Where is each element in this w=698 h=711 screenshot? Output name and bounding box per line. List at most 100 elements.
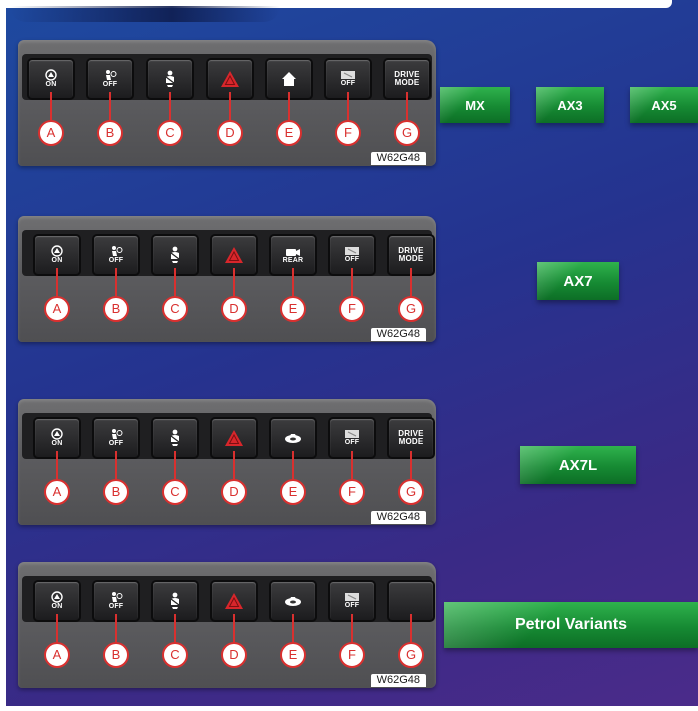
airbag-icon — [109, 245, 123, 257]
callout-leader-line — [351, 614, 353, 642]
switch-panel-4: ON OFF OFF W62G48 A B C D E F G — [18, 562, 436, 688]
callout-leader-line — [169, 92, 171, 120]
tag-ax3: AX3 — [536, 87, 604, 123]
callout-letter-c: C — [157, 120, 183, 146]
callout-letter-f: F — [339, 479, 365, 505]
airbag-icon — [103, 69, 117, 81]
seatbelt-icon — [162, 70, 178, 88]
auto-start-stop-icon — [344, 592, 360, 602]
callout-leader-line — [406, 92, 408, 120]
callout-letter-b: B — [97, 120, 123, 146]
callout-letter-e: E — [280, 642, 306, 668]
callout-letter-a: A — [38, 120, 64, 146]
button-label: ON — [45, 81, 57, 88]
panel-1-code: W62G48 — [370, 152, 426, 165]
callout-leader-line — [351, 451, 353, 479]
seatbelt-icon — [167, 429, 183, 447]
callout-leader-line — [292, 268, 294, 296]
callout-leader-line — [115, 614, 117, 642]
switch-panel-3: ON OFF OFF DRIVE MODE W62G48 ABCDEFG — [18, 399, 436, 525]
home-icon — [281, 71, 297, 87]
button-label: REAR — [282, 256, 304, 264]
callout-letter-b: B — [103, 296, 129, 322]
rear-camera-icon — [285, 246, 301, 257]
callout-letter-b: B — [103, 479, 129, 505]
callout-letter-d: D — [221, 642, 247, 668]
callout-letter-c: C — [162, 479, 188, 505]
tag-ax5: AX5 — [630, 87, 698, 123]
callout-letter-g: G — [394, 120, 420, 146]
button-label: OFF — [344, 602, 360, 609]
button-label: OFF — [108, 440, 124, 447]
auto-start-stop-icon — [340, 70, 356, 80]
tag-ax7l-label: AX7L — [558, 456, 598, 474]
callout-letter-g: G — [398, 296, 424, 322]
callout-letter-a: A — [44, 479, 70, 505]
callout-letter-f: F — [339, 296, 365, 322]
left-border — [0, 0, 6, 711]
callout-leader-line — [233, 268, 235, 296]
tag-ax3-label: AX3 — [557, 97, 583, 113]
airbag-icon — [109, 591, 123, 603]
callout-leader-line — [288, 92, 290, 120]
camera-360-icon — [284, 595, 302, 607]
callout-leader-line — [292, 614, 294, 642]
callout-leader-line — [115, 268, 117, 296]
panel-2-code: W62G48 — [370, 328, 426, 341]
callout-letter-d: D — [217, 120, 243, 146]
callout-leader-line — [347, 92, 349, 120]
button-label: OFF — [102, 81, 118, 88]
button-label: ON — [51, 257, 63, 264]
callout-letter-f: F — [339, 642, 365, 668]
callout-leader-line — [115, 451, 117, 479]
callout-letter-e: E — [276, 120, 302, 146]
callout-leader-line — [56, 268, 58, 296]
callout-leader-line — [233, 614, 235, 642]
callout-letter-g: G — [398, 642, 424, 668]
switch-panel-1: ON OFF OFF DRIVE MODE W62G48 ABCDEFG — [18, 40, 436, 166]
callout-letter-e: E — [280, 296, 306, 322]
tag-mx: MX — [440, 87, 510, 123]
tag-mx-label: MX — [465, 97, 485, 113]
seatbelt-icon — [167, 246, 183, 264]
seatbelt-icon — [167, 592, 183, 610]
button-label: OFF — [344, 439, 360, 446]
top-swoosh — [10, 6, 280, 22]
hazard-icon — [224, 246, 244, 264]
callout-letter-g: G — [398, 479, 424, 505]
panel-3-code: W62G48 — [370, 511, 426, 524]
off-road-icon — [50, 245, 64, 257]
callout-letter-c: C — [162, 642, 188, 668]
hazard-icon — [220, 70, 240, 88]
switch-panel-2: ON OFF REAR OFF DRIVE MODE W62G48 ABCDEFG — [18, 216, 436, 342]
callout-letter-d: D — [221, 296, 247, 322]
callout-leader-line — [174, 451, 176, 479]
callout-letter-a: A — [44, 642, 70, 668]
button-label: OFF — [344, 256, 360, 263]
callout-leader-line — [351, 268, 353, 296]
button-label: MODE — [398, 254, 424, 263]
callout-leader-line — [292, 451, 294, 479]
auto-start-stop-icon — [344, 246, 360, 256]
button-label: MODE — [394, 78, 420, 87]
tag-petrol-variants-label: Petrol Variants — [514, 616, 628, 633]
callout-leader-line — [233, 451, 235, 479]
button-label: ON — [51, 440, 63, 447]
off-road-icon — [50, 428, 64, 440]
tag-ax5-label: AX5 — [651, 97, 677, 113]
callout-leader-line — [410, 268, 412, 296]
tag-petrol-variants: Petrol Variants — [444, 602, 698, 648]
off-road-icon — [44, 69, 58, 81]
tag-ax7: AX7 — [537, 262, 619, 300]
callout-letter-b: B — [103, 642, 129, 668]
callout-letter-f: F — [335, 120, 361, 146]
callout-letter-d: D — [221, 479, 247, 505]
button-label: OFF — [108, 603, 124, 610]
panel-4-code: W62G48 — [370, 674, 426, 687]
callout-leader-line — [56, 451, 58, 479]
hazard-icon — [224, 429, 244, 447]
airbag-icon — [109, 428, 123, 440]
callout-leader-line — [174, 614, 176, 642]
button-label: MODE — [398, 437, 424, 446]
tag-ax7-label: AX7 — [563, 272, 593, 290]
